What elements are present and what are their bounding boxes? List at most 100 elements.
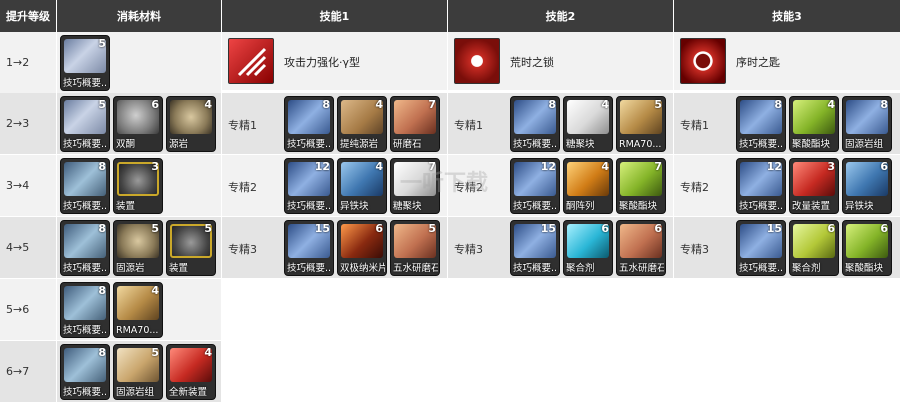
material-count: 8: [880, 98, 888, 111]
material-item[interactable]: 8 技巧概要...: [60, 344, 110, 400]
level-label: 5→6: [0, 279, 56, 340]
material-item[interactable]: 5 技巧概要...: [60, 96, 110, 152]
material-name: 异铁块: [845, 201, 874, 212]
material-item[interactable]: 7 研磨石: [390, 96, 440, 152]
material-item[interactable]: 6 五水研磨石: [616, 220, 666, 276]
material-item[interactable]: 4 酮阵列: [563, 158, 613, 214]
material-item[interactable]: 8 技巧概要...: [736, 96, 786, 152]
material-item[interactable]: 12 技巧概要...: [510, 158, 560, 214]
material-count: 5: [204, 222, 212, 235]
material-count: 6: [827, 222, 835, 235]
material-item[interactable]: 6 聚合剂: [789, 220, 839, 276]
material-name: 技巧概要...: [63, 139, 108, 150]
header-skill1: 技能1: [222, 0, 447, 32]
material-item[interactable]: 15 技巧概要...: [284, 220, 334, 276]
material-item[interactable]: 5 固源岩: [113, 220, 163, 276]
level-label: 4→5: [0, 217, 56, 278]
material-count: 8: [548, 98, 556, 111]
material-item[interactable]: 4 全新装置: [166, 344, 216, 400]
material-count: 4: [827, 98, 835, 111]
material-item[interactable]: 3 装置: [113, 158, 163, 214]
material-item[interactable]: 6 异铁块: [842, 158, 892, 214]
material-item[interactable]: 4 源岩: [166, 96, 216, 152]
material-item[interactable]: 5 五水研磨石: [390, 220, 440, 276]
header-skill2: 技能2: [448, 0, 673, 32]
elite-label: 专精3: [454, 243, 483, 256]
material-count: 5: [98, 98, 106, 111]
material-name: 装置: [116, 201, 136, 212]
material-count: 5: [654, 98, 662, 111]
material-name: 技巧概要...: [739, 139, 784, 150]
material-item[interactable]: 6 聚合剂: [563, 220, 613, 276]
material-name: 固源岩组: [116, 387, 155, 398]
material-name: 技巧概要...: [513, 201, 558, 212]
material-item[interactable]: 8 固源岩组: [842, 96, 892, 152]
material-item[interactable]: 4 异铁块: [337, 158, 387, 214]
material-item[interactable]: 5 RMA70...: [616, 96, 666, 152]
material-name: 装置: [169, 263, 189, 274]
material-name: RMA70...: [619, 139, 662, 150]
material-count: 3: [827, 160, 835, 173]
material-name: 聚酸酯块: [792, 139, 831, 150]
material-count: 4: [601, 98, 609, 111]
material-item[interactable]: 5 固源岩组: [113, 344, 163, 400]
time-lock-icon: [454, 38, 500, 84]
material-name: 全新装置: [169, 387, 208, 398]
material-item[interactable]: 4 RMA70...: [113, 282, 163, 338]
material-item[interactable]: 15 技巧概要...: [736, 220, 786, 276]
material-item[interactable]: 12 技巧概要...: [284, 158, 334, 214]
material-item[interactable]: 4 聚酸酯块: [789, 96, 839, 152]
skill2-elite-row: 专精3 15 技巧概要... 6 聚合剂 6 五水研磨石: [448, 217, 673, 278]
material-count: 12: [766, 160, 782, 173]
material-item[interactable]: 5 装置: [166, 220, 216, 276]
material-name: 提纯源岩: [340, 139, 379, 150]
material-item[interactable]: 8 技巧概要...: [60, 158, 110, 214]
skill3-elite-row: 专精2 12 技巧概要... 3 改量装置 6 异铁块: [674, 155, 900, 216]
material-name: 酮阵列: [566, 201, 595, 212]
material-name: 技巧概要...: [63, 263, 108, 274]
elite-label: 专精2: [454, 181, 483, 194]
material-item[interactable]: 6 双酮: [113, 96, 163, 152]
skill2-name: 荒时之锁: [510, 56, 554, 69]
material-name: 研磨石: [393, 139, 422, 150]
material-item[interactable]: 7 聚酸酯块: [616, 158, 666, 214]
material-name: 技巧概要...: [63, 325, 108, 336]
material-item[interactable]: 8 技巧概要...: [284, 96, 334, 152]
material-count: 8: [98, 222, 106, 235]
materials-cell: 5 技巧概要... 6 双酮 4 源岩: [57, 93, 221, 154]
skill3-header-cell: 序时之匙: [674, 32, 900, 90]
material-name: 技巧概要...: [513, 139, 558, 150]
material-count: 7: [428, 98, 436, 111]
material-item[interactable]: 12 技巧概要...: [736, 158, 786, 214]
elite-label: 专精2: [228, 181, 257, 194]
material-count: 4: [204, 346, 212, 359]
skill2-header-cell: 荒时之锁: [448, 32, 673, 90]
material-item[interactable]: 4 糖聚块: [563, 96, 613, 152]
material-count: 5: [151, 346, 159, 359]
elite-label: 专精3: [228, 243, 257, 256]
material-name: 改量装置: [792, 201, 831, 212]
material-item[interactable]: 8 技巧概要...: [60, 220, 110, 276]
material-item[interactable]: 7 糖聚块: [390, 158, 440, 214]
material-name: 技巧概要...: [513, 263, 558, 274]
material-item[interactable]: 6 聚酸酯块: [842, 220, 892, 276]
level-label: 6→7: [0, 341, 56, 402]
elite-label: 专精1: [454, 119, 483, 132]
material-item[interactable]: 3 改量装置: [789, 158, 839, 214]
material-item[interactable]: 6 双极纳米片: [337, 220, 387, 276]
material-item[interactable]: 5 技巧概要...: [60, 35, 110, 91]
material-count: 4: [375, 98, 383, 111]
material-name: 技巧概要...: [63, 387, 108, 398]
material-name: 聚酸酯块: [619, 201, 658, 212]
material-item[interactable]: 4 提纯源岩: [337, 96, 387, 152]
material-item[interactable]: 8 技巧概要...: [510, 96, 560, 152]
material-name: 糖聚块: [393, 201, 422, 212]
material-name: 聚合剂: [792, 263, 821, 274]
material-count: 12: [540, 160, 556, 173]
material-item[interactable]: 8 技巧概要...: [60, 282, 110, 338]
material-count: 6: [375, 222, 383, 235]
level-label: 3→4: [0, 155, 56, 216]
material-count: 6: [880, 160, 888, 173]
material-count: 5: [98, 37, 106, 50]
material-item[interactable]: 15 技巧概要...: [510, 220, 560, 276]
